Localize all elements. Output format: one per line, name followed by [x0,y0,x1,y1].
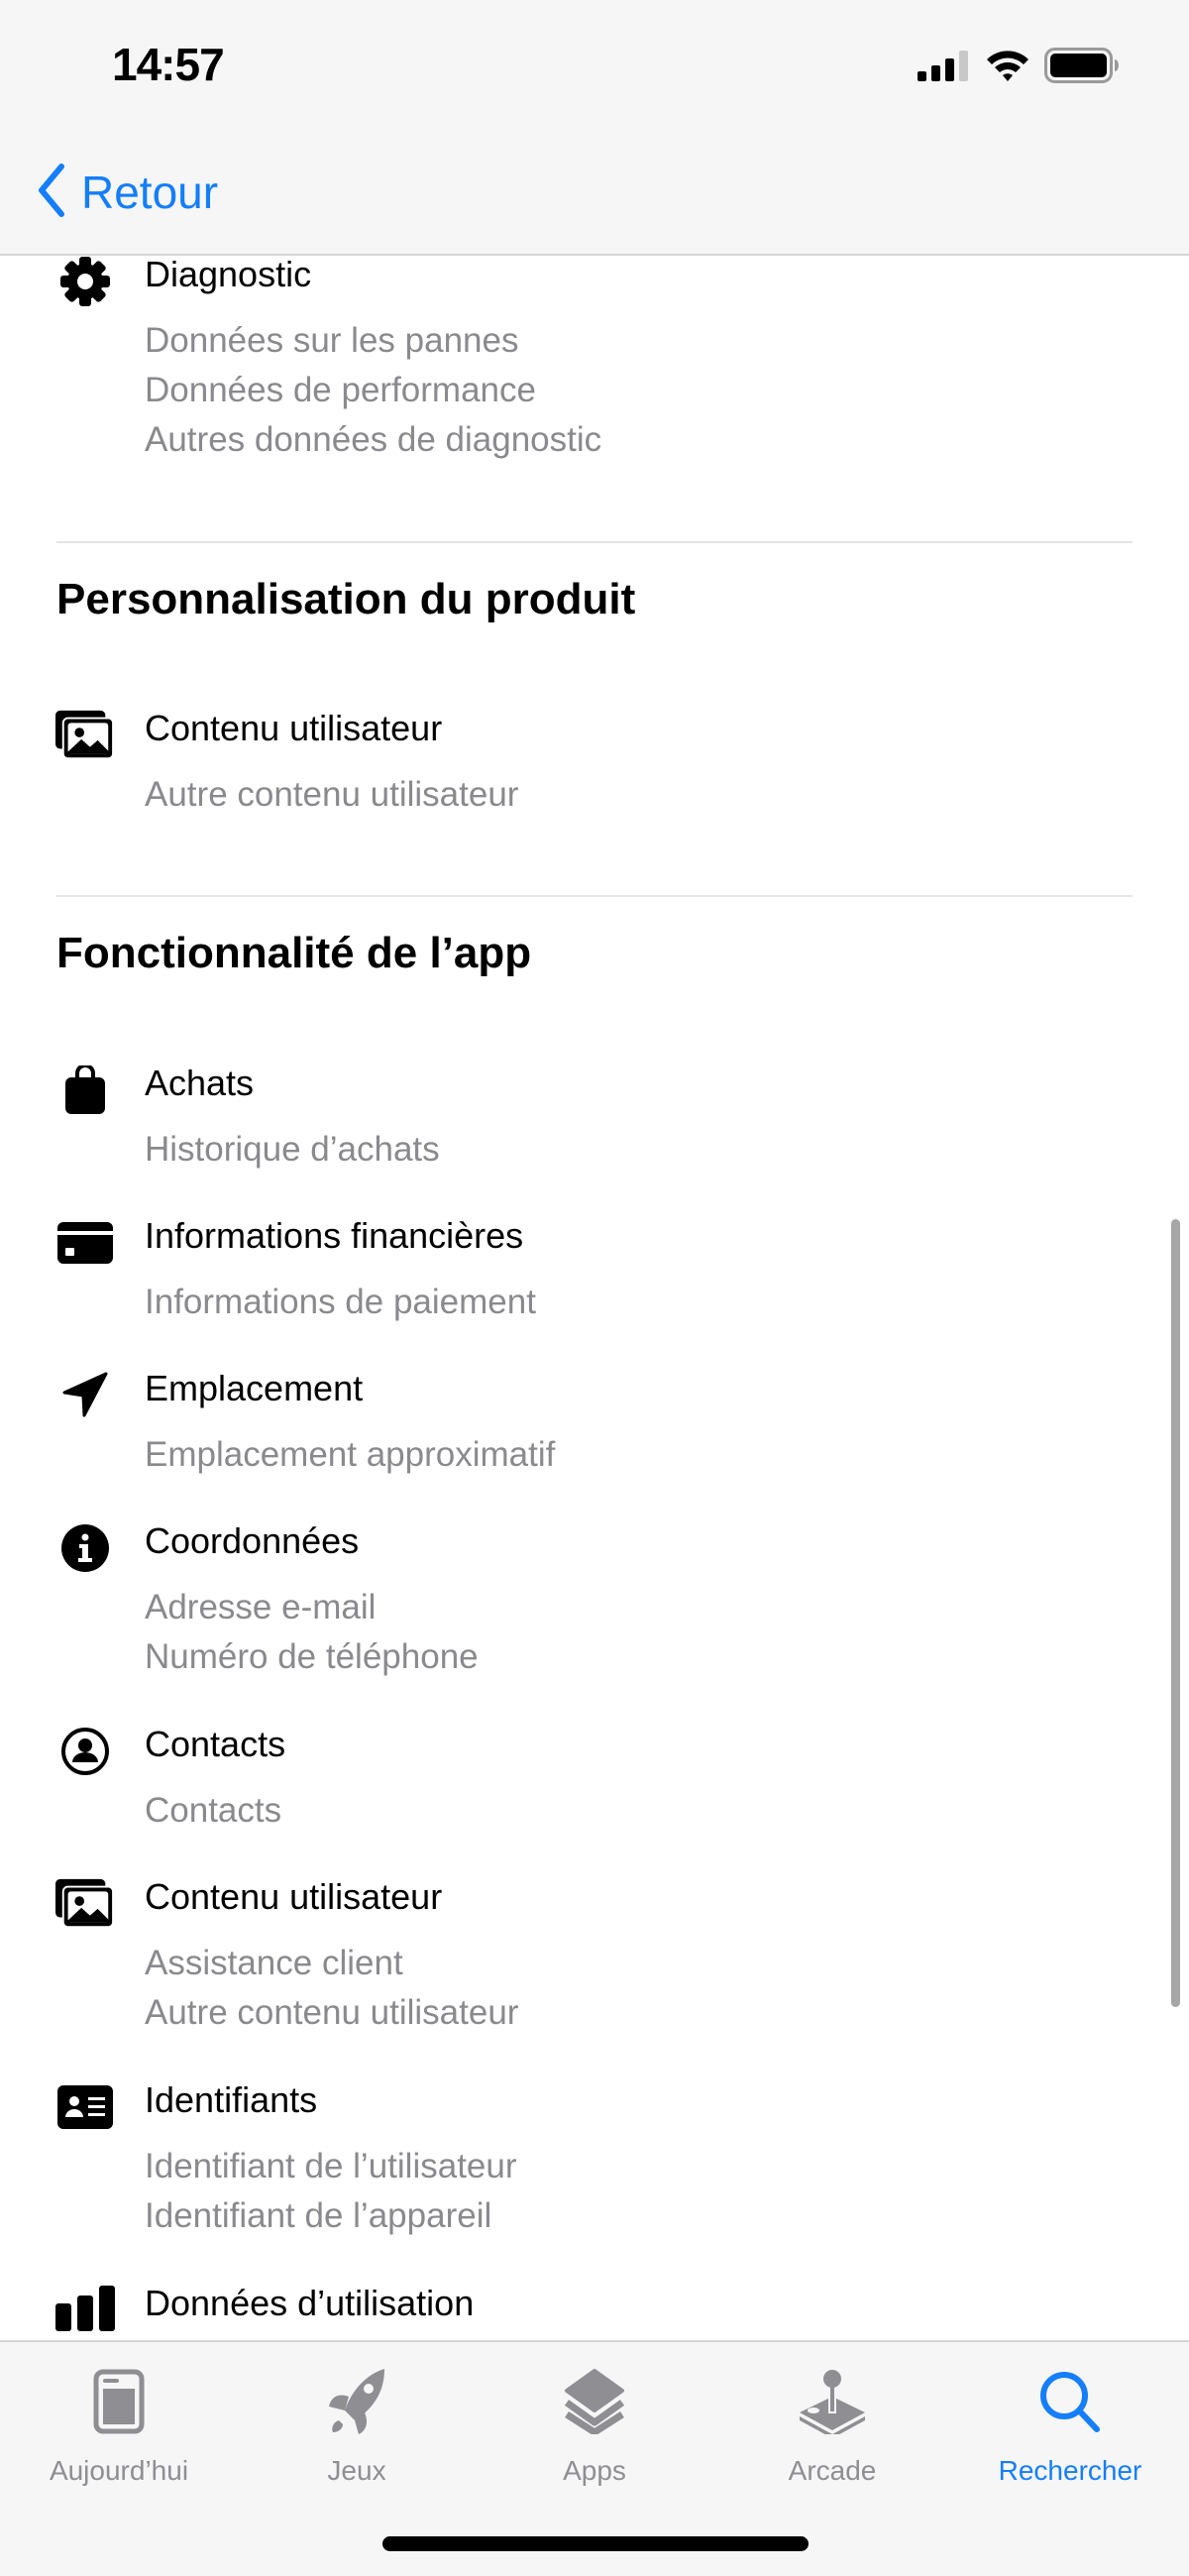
chevron-left-icon [34,163,67,223]
section-title: Fonctionnalité de l’app [56,929,532,977]
item-detail: Numéro de téléphone [145,1637,479,1676]
item-detail: Emplacement approximatif [145,1435,556,1474]
item-title: Identifiants [145,2079,318,2120]
photos-icon [55,1874,115,1934]
item-title: Contenu utilisateur [145,708,443,748]
battery-icon [1044,47,1120,88]
item-detail: Contacts [145,1791,282,1830]
item-detail: Identifiant de l’appareil [145,2196,492,2235]
item-detail: Données de performance [145,371,536,409]
status-icons [918,47,1120,88]
tab-label: Jeux [327,2455,386,2486]
item-detail: Autres données de diagnostic [145,420,602,459]
item-title: Emplacement [145,1368,364,1408]
item-title: Contenu utilisateur [145,1876,443,1917]
item-title: Contacts [145,1724,286,1764]
info-circle-icon [55,1518,115,1578]
wifi-icon [985,49,1030,87]
cellular-signal-icon [918,50,971,86]
item-title: Données d’utilisation [145,2283,475,2323]
gear-icon [55,252,115,311]
item-detail: Adresse e-mail [145,1588,377,1626]
apps-stack-icon [555,2362,634,2441]
item-detail: Informations de paiement [145,1283,536,1321]
item-title: Coordonnées [145,1520,360,1561]
tab-today[interactable]: Aujourd’hui [0,2362,238,2511]
section-divider [56,541,1133,543]
tab-label: Apps [563,2455,626,2486]
tab-label: Aujourd’hui [49,2455,189,2486]
tab-label: Rechercher [998,2455,1142,2486]
item-title: Informations financières [145,1215,524,1256]
tab-apps[interactable]: Apps [476,2362,713,2511]
item-title: Diagnostic [145,254,312,294]
photos-icon [55,706,115,765]
tab-label: Arcade [788,2455,877,2486]
today-icon [79,2362,159,2441]
person-circle-icon [55,1722,115,1781]
item-detail: Autre contenu utilisateur [145,775,519,814]
item-detail: Identifiant de l’utilisateur [145,2147,517,2185]
search-icon [1030,2362,1110,2441]
back-label: Retour [81,167,219,218]
tab-games[interactable]: Jeux [238,2362,476,2511]
item-detail: Historique d’achats [145,1130,440,1169]
status-time: 14:57 [112,39,225,90]
credit-card-icon [55,1213,115,1273]
section-title: Personnalisation du produit [56,575,636,623]
section-divider [56,895,1133,897]
item-title: Achats [145,1063,255,1103]
joystick-icon [793,2362,872,2441]
item-detail: Assistance client [145,1944,403,1982]
bar-chart-icon [55,2279,115,2338]
back-button[interactable]: Retour [34,163,218,222]
tab-arcade[interactable]: Arcade [713,2362,951,2511]
home-indicator[interactable] [382,2536,809,2551]
tab-search[interactable]: Rechercher [951,2362,1189,2511]
location-arrow-icon [55,1366,115,1425]
item-detail: Données sur les pannes [145,321,519,360]
scrollbar[interactable] [1171,1219,1180,2007]
bag-icon [55,1061,115,1120]
id-card-icon [55,2077,115,2137]
navigation-bar: Retour [0,139,1189,256]
item-detail: Autre contenu utilisateur [145,1993,519,2032]
rocket-icon [317,2362,396,2441]
status-bar: 14:57 [0,0,1189,139]
